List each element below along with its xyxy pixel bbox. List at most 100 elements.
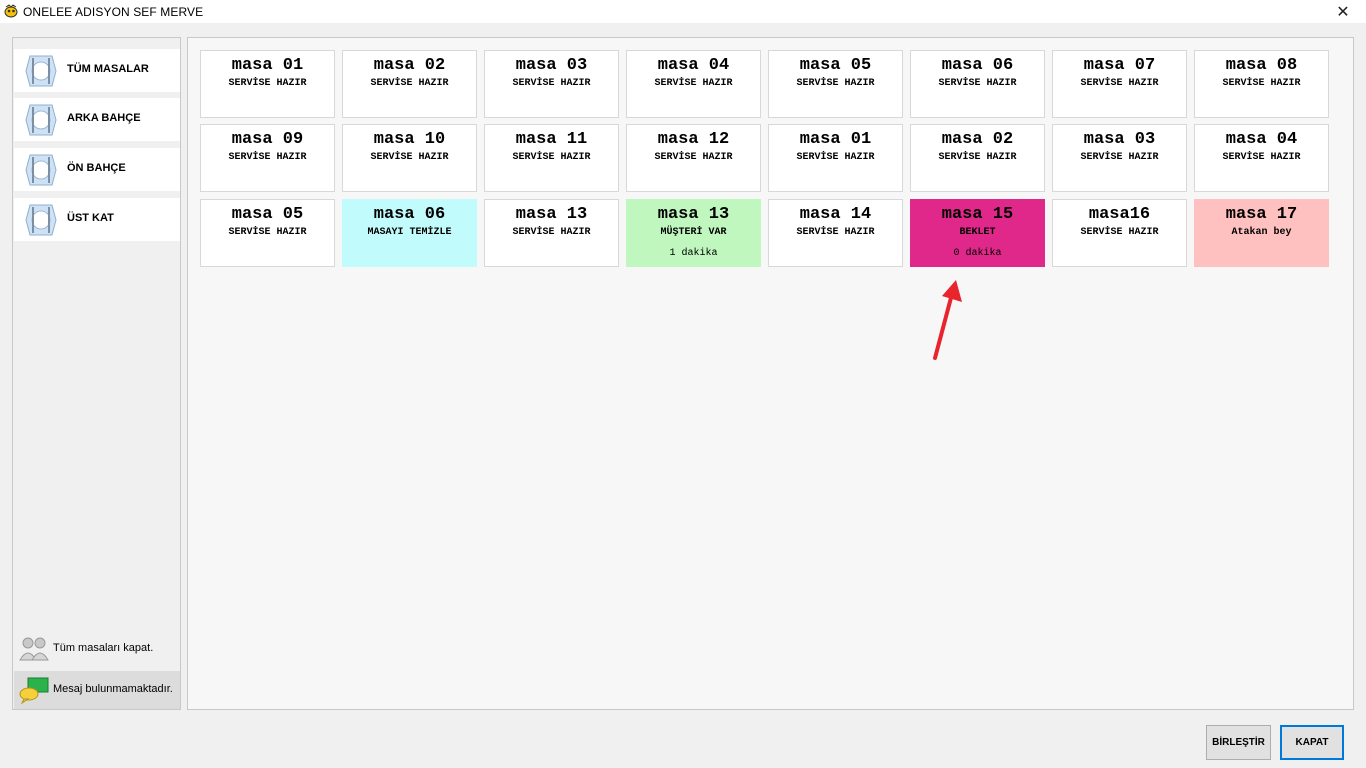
table-tile[interactable]: masa 06 SERVİSE HAZIR [910, 50, 1045, 118]
table-tile[interactable]: masa 07 SERVİSE HAZIR [1052, 50, 1187, 118]
sidebar-item-label: ARKA BAHÇE [67, 112, 141, 124]
table-tile[interactable]: masa 15 BEKLET 0 dakika [910, 199, 1045, 267]
table-name: masa 02 [941, 130, 1014, 149]
table-tile[interactable]: masa 12 SERVİSE HAZIR [626, 124, 761, 192]
table-tile[interactable]: masa 02 SERVİSE HAZIR [342, 50, 477, 118]
table-name: masa 05 [231, 205, 304, 224]
table-status: SERVİSE HAZIR [796, 227, 875, 238]
table-tile[interactable]: masa 13 SERVİSE HAZIR [484, 199, 619, 267]
sidebar-item-ust-kat[interactable]: ÜST KAT [14, 198, 180, 241]
cutlery-icon [25, 204, 57, 236]
table-name: masa 06 [941, 56, 1014, 75]
message-bubble-icon [19, 677, 49, 705]
annotation-arrow-icon [933, 280, 962, 360]
table-tile[interactable]: masa 01 SERVİSE HAZIR [200, 50, 335, 118]
table-name: masa 04 [1225, 130, 1298, 149]
sidebar-item-on-bahce[interactable]: ÖN BAHÇE [14, 148, 180, 191]
sidebar-item-label: TÜM MASALAR [67, 63, 149, 75]
table-tile[interactable]: masa 03 SERVİSE HAZIR [1052, 124, 1187, 192]
sidebar-item-label: ÖN BAHÇE [67, 162, 126, 174]
table-tile[interactable]: masa 03 SERVİSE HAZIR [484, 50, 619, 118]
table-name: masa 09 [231, 130, 304, 149]
table-name: masa 04 [657, 56, 730, 75]
app-logo-icon [4, 4, 18, 18]
table-tile[interactable]: masa 01 SERVİSE HAZIR [768, 124, 903, 192]
sidebar-item-arka-bahce[interactable]: ARKA BAHÇE [14, 98, 180, 141]
table-status: SERVİSE HAZIR [654, 78, 733, 89]
table-status: SERVİSE HAZIR [1080, 152, 1159, 163]
table-name: masa 15 [941, 205, 1014, 224]
table-tile[interactable]: masa16 SERVİSE HAZIR [1052, 199, 1187, 267]
table-status: MASAYI TEMİZLE [367, 227, 452, 238]
messages-button[interactable]: Mesaj bulunmamaktadır. [14, 671, 180, 709]
table-status: SERVİSE HAZIR [796, 78, 875, 89]
merge-button[interactable]: BİRLEŞTİR [1206, 725, 1271, 760]
table-status: SERVİSE HAZIR [370, 78, 449, 89]
table-tile[interactable]: masa 10 SERVİSE HAZIR [342, 124, 477, 192]
table-name: masa 03 [515, 56, 588, 75]
table-status: SERVİSE HAZIR [512, 227, 591, 238]
table-status: MÜŞTERİ VAR [660, 227, 727, 238]
table-time: 0 dakika [953, 248, 1002, 259]
window-close-button[interactable]: ✕ [1320, 0, 1366, 23]
table-status: SERVİSE HAZIR [228, 78, 307, 89]
table-name: masa 12 [657, 130, 730, 149]
table-name: masa 02 [373, 56, 446, 75]
table-tile[interactable]: masa 14 SERVİSE HAZIR [768, 199, 903, 267]
table-status: SERVİSE HAZIR [228, 227, 307, 238]
table-status: SERVİSE HAZIR [1080, 227, 1159, 238]
table-tile[interactable]: masa 04 SERVİSE HAZIR [626, 50, 761, 118]
table-status: SERVİSE HAZIR [1080, 78, 1159, 89]
close-button[interactable]: KAPAT [1280, 725, 1344, 760]
table-tile[interactable]: masa 05 SERVİSE HAZIR [768, 50, 903, 118]
table-tile[interactable]: masa 05 SERVİSE HAZIR [200, 199, 335, 267]
sidebar-item-tum-masalar[interactable]: TÜM MASALAR [14, 49, 180, 92]
table-name: masa16 [1088, 205, 1151, 224]
window-title: ONELEE ADISYON SEF MERVE [23, 5, 204, 19]
table-name: masa 14 [799, 205, 872, 224]
table-tile[interactable]: masa 08 SERVİSE HAZIR [1194, 50, 1329, 118]
table-tile[interactable]: masa 06 MASAYI TEMİZLE [342, 199, 477, 267]
table-status: SERVİSE HAZIR [1222, 152, 1301, 163]
table-status: SERVİSE HAZIR [654, 152, 733, 163]
table-name: masa 08 [1225, 56, 1298, 75]
table-status: SERVİSE HAZIR [370, 152, 449, 163]
table-name: masa 11 [515, 130, 588, 149]
table-name: masa 05 [799, 56, 872, 75]
sidebar-item-label: ÜST KAT [67, 212, 114, 224]
table-status: SERVİSE HAZIR [796, 152, 875, 163]
table-tile[interactable]: masa 09 SERVİSE HAZIR [200, 124, 335, 192]
cutlery-icon [25, 55, 57, 87]
close-all-tables-button[interactable]: Tüm masaları kapat. [14, 630, 180, 668]
table-name: masa 13 [515, 205, 588, 224]
table-status: SERVİSE HAZIR [938, 152, 1017, 163]
table-name: masa 03 [1083, 130, 1156, 149]
table-name: masa 17 [1225, 205, 1298, 224]
table-status: SERVİSE HAZIR [1222, 78, 1301, 89]
title-bar: ONELEE ADISYON SEF MERVE ✕ [0, 0, 1366, 23]
table-name: masa 10 [373, 130, 446, 149]
table-status: SERVİSE HAZIR [512, 78, 591, 89]
close-icon: ✕ [1336, 3, 1350, 21]
table-status: Atakan bey [1231, 227, 1292, 238]
table-name: masa 01 [231, 56, 304, 75]
message-status-label: Mesaj bulunmamaktadır. [53, 683, 173, 695]
table-tile[interactable]: masa 11 SERVİSE HAZIR [484, 124, 619, 192]
table-status: SERVİSE HAZIR [938, 78, 1017, 89]
table-tile[interactable]: masa 13 MÜŞTERİ VAR 1 dakika [626, 199, 761, 267]
people-icon [19, 637, 49, 661]
sidebar: TÜM MASALAR ARKA BAHÇE ÖN BAHÇE ÜST KAT [12, 37, 181, 710]
table-tile[interactable]: masa 04 SERVİSE HAZIR [1194, 124, 1329, 192]
table-status: SERVİSE HAZIR [512, 152, 591, 163]
cutlery-icon [25, 104, 57, 136]
table-tile[interactable]: masa 02 SERVİSE HAZIR [910, 124, 1045, 192]
table-name: masa 06 [373, 205, 446, 224]
table-name: masa 07 [1083, 56, 1156, 75]
table-name: masa 01 [799, 130, 872, 149]
table-tile[interactable]: masa 17 Atakan bey [1194, 199, 1329, 267]
table-status: BEKLET [959, 227, 996, 238]
cutlery-icon [25, 154, 57, 186]
tables-panel: masa 01 SERVİSE HAZIR masa 02 SERVİSE HA… [187, 37, 1354, 710]
table-time: 1 dakika [669, 248, 718, 259]
table-name: masa 13 [657, 205, 730, 224]
